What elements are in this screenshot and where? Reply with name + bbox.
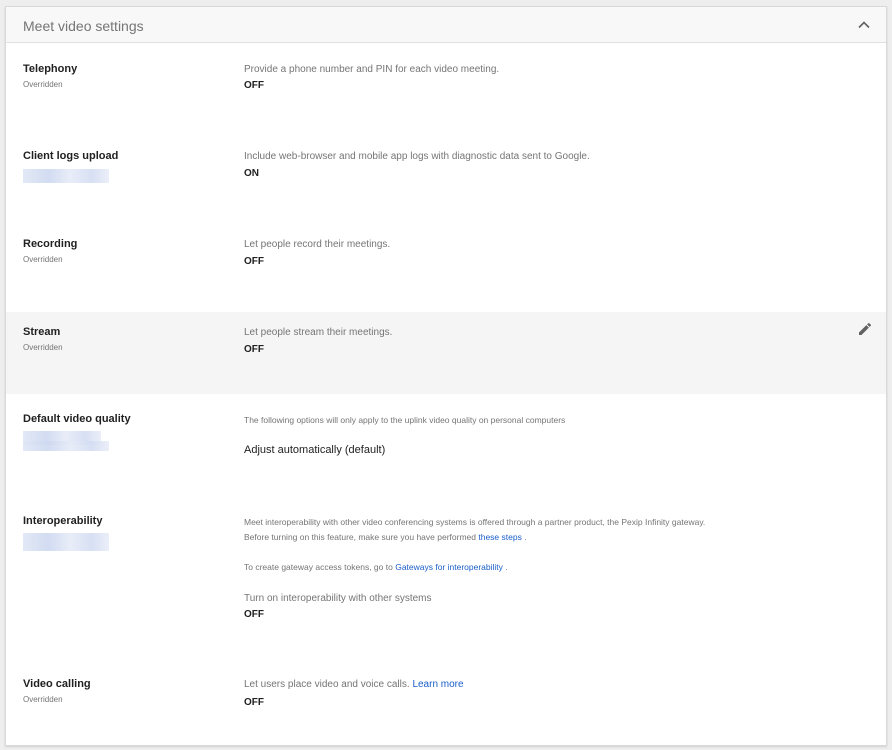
card-title: Meet video settings	[23, 18, 144, 34]
gateways-link[interactable]: Gateways for interoperability	[395, 562, 503, 572]
setting-name: Telephony	[23, 63, 78, 75]
toggle-label: Turn on interoperability with other syst…	[244, 593, 432, 604]
setting-value: Adjust automatically (default)	[244, 444, 386, 456]
setting-description: Let users place video and voice calls. L…	[244, 679, 464, 690]
setting-description: Let people stream their meetings.	[244, 327, 393, 338]
settings-card: Meet video settings Telephony Overridden…	[5, 6, 887, 746]
setting-row-stream[interactable]: Stream Overridden Let people stream thei…	[6, 312, 886, 394]
setting-row-interoperability[interactable]: Interoperability Meet interoperability w…	[6, 500, 886, 663]
redacted-status	[23, 169, 109, 183]
setting-name: Video calling	[23, 678, 91, 690]
setting-name: Default video quality	[23, 413, 131, 425]
setting-status: Overridden	[23, 255, 63, 264]
setting-status: Overridden	[23, 343, 63, 352]
gateway-tokens-text: To create gateway access tokens, go to G…	[244, 562, 508, 572]
setting-row-video-calling[interactable]: Video calling Overridden Let users place…	[6, 663, 886, 745]
pencil-icon	[859, 322, 872, 335]
learn-more-link[interactable]: Learn more	[412, 679, 463, 690]
setting-description-line2: Before turning on this feature, make sur…	[244, 532, 527, 542]
setting-row-video-quality[interactable]: Default video quality The following opti…	[6, 394, 886, 500]
setting-name: Client logs upload	[23, 150, 119, 162]
setting-value: OFF	[244, 80, 264, 91]
setting-value: OFF	[244, 697, 264, 708]
setting-row-client-logs[interactable]: Client logs upload Include web-browser a…	[6, 129, 886, 217]
setting-status: Overridden	[23, 695, 63, 704]
setting-description: Include web-browser and mobile app logs …	[244, 151, 590, 162]
setting-value: OFF	[244, 256, 264, 267]
card-header[interactable]: Meet video settings	[6, 7, 886, 43]
these-steps-link[interactable]: these steps	[478, 532, 521, 542]
setting-name: Stream	[23, 326, 61, 338]
setting-value: OFF	[244, 344, 264, 355]
redacted-status	[23, 533, 109, 551]
setting-status: Overridden	[23, 80, 63, 89]
redacted-status-2	[23, 441, 109, 451]
setting-name: Interoperability	[23, 515, 103, 527]
chevron-up-icon	[858, 21, 870, 29]
setting-value: OFF	[244, 609, 264, 620]
setting-description-line1: Meet interoperability with other video c…	[244, 517, 706, 527]
setting-description: The following options will only apply to…	[244, 415, 566, 425]
setting-description: Let people record their meetings.	[244, 239, 391, 250]
setting-value: ON	[244, 168, 259, 179]
setting-name: Recording	[23, 238, 78, 250]
setting-row-telephony[interactable]: Telephony Overridden Provide a phone num…	[6, 43, 886, 129]
edit-button[interactable]	[857, 321, 873, 337]
collapse-button[interactable]	[856, 17, 872, 33]
setting-description: Provide a phone number and PIN for each …	[244, 64, 500, 75]
setting-row-recording[interactable]: Recording Overridden Let people record t…	[6, 217, 886, 312]
